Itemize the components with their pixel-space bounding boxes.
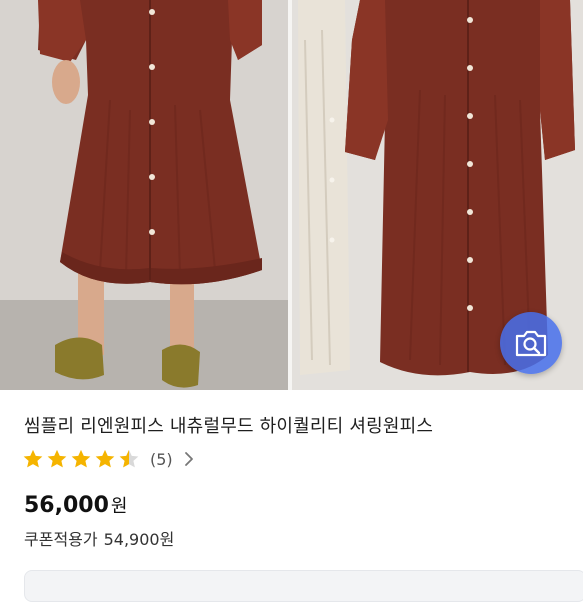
coupon-label: 쿠폰적용가 xyxy=(24,530,98,549)
review-count[interactable]: (5) xyxy=(150,450,173,469)
price-value: 56,000 xyxy=(24,493,109,518)
coupon-price: 54,900원 xyxy=(103,530,175,549)
product-info: 씸플리 리엔원피스 내츄럴무드 하이퀄리티 셔링원피스 (5) 56,000 원 … xyxy=(0,390,583,602)
product-title: 씸플리 리엔원피스 내츄럴무드 하이퀄리티 셔링원피스 xyxy=(24,416,434,437)
image-search-button[interactable] xyxy=(500,312,562,374)
star-icon xyxy=(71,449,91,468)
star-rating xyxy=(22,448,142,470)
price-unit: 원 xyxy=(110,496,128,517)
star-icon xyxy=(23,449,43,468)
rating-row[interactable]: (5) xyxy=(22,446,195,472)
option-card[interactable] xyxy=(24,570,583,602)
product-photo xyxy=(0,0,583,390)
star-icon xyxy=(47,449,67,468)
half-star-icon xyxy=(119,449,139,468)
coupon-price-row: 쿠폰적용가 54,900원 xyxy=(24,526,174,550)
star-icon xyxy=(95,449,115,468)
product-image[interactable] xyxy=(0,0,583,390)
price: 56,000 원 xyxy=(24,492,127,518)
chevron-right-icon[interactable] xyxy=(183,451,195,467)
camera-search-icon xyxy=(515,330,547,357)
